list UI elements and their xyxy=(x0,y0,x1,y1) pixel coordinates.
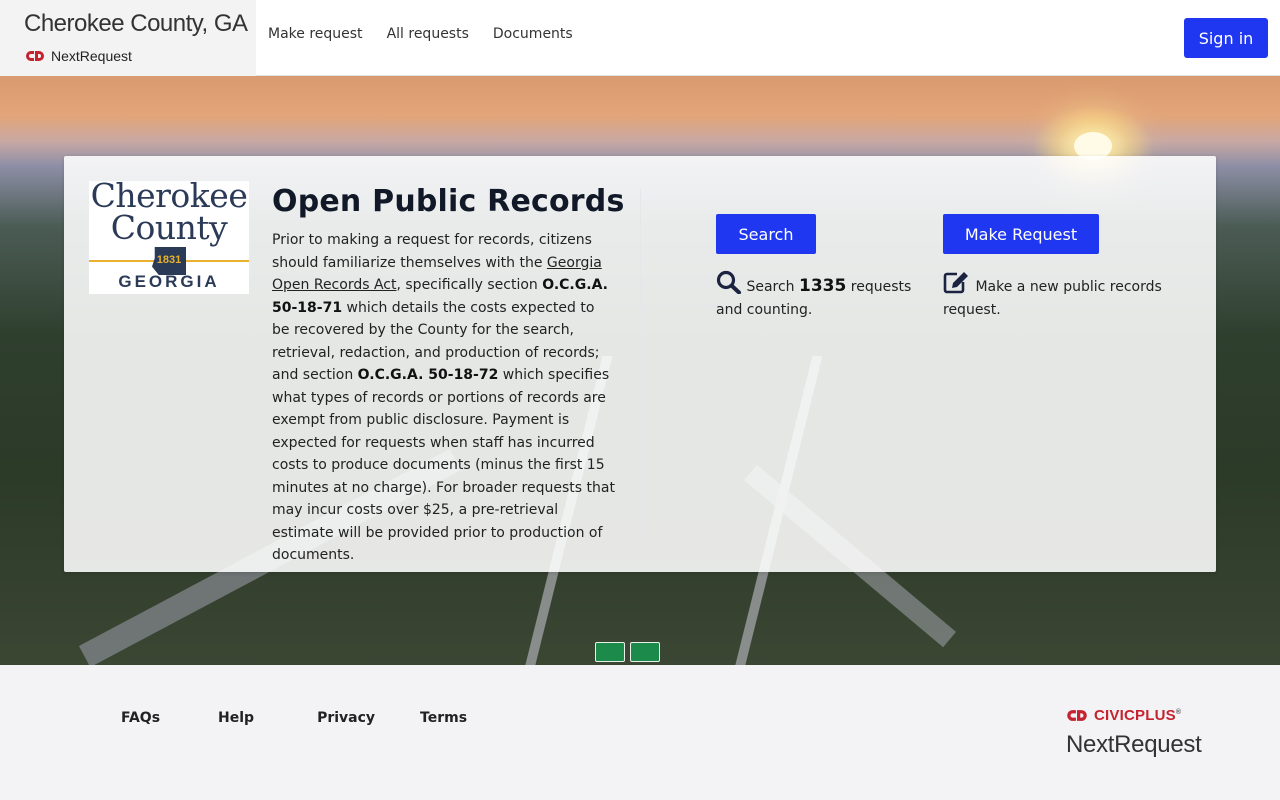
main-nav: Make request All requests Documents xyxy=(268,26,573,42)
footer: FAQs Help Privacy Terms CIVICPLUS® NextR… xyxy=(0,665,1280,800)
request-description: Make a new public records request. xyxy=(943,270,1173,321)
brand-title[interactable]: Cherokee County, GA xyxy=(24,10,248,38)
request-count: 1335 xyxy=(799,276,847,296)
footer-link-terms[interactable]: Terms xyxy=(420,710,467,726)
footer-links: FAQs Help Privacy Terms xyxy=(121,710,525,726)
footer-link-faqs[interactable]: FAQs xyxy=(121,710,160,726)
search-description: Search 1335 requests and counting. xyxy=(716,270,916,321)
footer-link-privacy[interactable]: Privacy xyxy=(317,710,375,726)
search-text-before: Search xyxy=(746,279,800,295)
brand-block[interactable]: Cherokee County, GA NextRequest xyxy=(0,0,256,76)
logo-year: 1831 xyxy=(156,254,182,266)
footer-link-help[interactable]: Help xyxy=(218,710,254,726)
make-request-button[interactable]: Make Request xyxy=(943,214,1099,254)
nextrequest-logo-icon xyxy=(26,51,44,61)
records-card: Cherokee County 1831 GEORGIA Open Public… xyxy=(64,156,1216,572)
civicplus-logo-icon xyxy=(1067,710,1087,721)
civicplus-brand: CIVICPLUS® xyxy=(1066,707,1181,724)
brand-subtitle: NextRequest xyxy=(25,48,132,64)
nextrequest-wordmark: NextRequest xyxy=(1066,731,1202,758)
registered-mark: ® xyxy=(1175,709,1182,716)
logo-state: GEORGIA xyxy=(118,272,220,291)
top-navbar: Cherokee County, GA NextRequest Make req… xyxy=(0,0,1280,76)
road-sign xyxy=(595,642,625,662)
nav-all-requests[interactable]: All requests xyxy=(387,26,469,42)
civicplus-wordmark-part2: PLUS xyxy=(1135,707,1176,724)
nav-make-request[interactable]: Make request xyxy=(268,26,363,42)
civicplus-wordmark-part1: CIVIC xyxy=(1094,707,1136,724)
intro-part: , specifically section xyxy=(396,277,543,293)
search-button[interactable]: Search xyxy=(716,214,816,254)
edit-icon xyxy=(943,272,968,294)
intro-text: Prior to making a request for records, c… xyxy=(272,229,616,567)
request-text: Make a new public records request. xyxy=(943,279,1162,318)
nav-documents[interactable]: Documents xyxy=(493,26,573,42)
civicplus-wordmark: CIVICPLUS® xyxy=(1094,707,1181,724)
road-sign xyxy=(630,642,660,662)
page-title: Open Public Records xyxy=(272,184,625,219)
search-icon xyxy=(716,270,741,295)
brand-subtitle-text: NextRequest xyxy=(51,48,132,64)
code-section: O.C.G.A. 50-18-72 xyxy=(357,367,499,383)
intro-part: Prior to making a request for records, c… xyxy=(272,232,592,271)
county-logo: Cherokee County 1831 GEORGIA xyxy=(89,181,249,294)
logo-line-2: County xyxy=(110,208,228,247)
column-divider xyxy=(640,189,641,539)
sign-in-button[interactable]: Sign in xyxy=(1184,18,1268,58)
intro-part: which specifies what types of records or… xyxy=(272,367,615,563)
